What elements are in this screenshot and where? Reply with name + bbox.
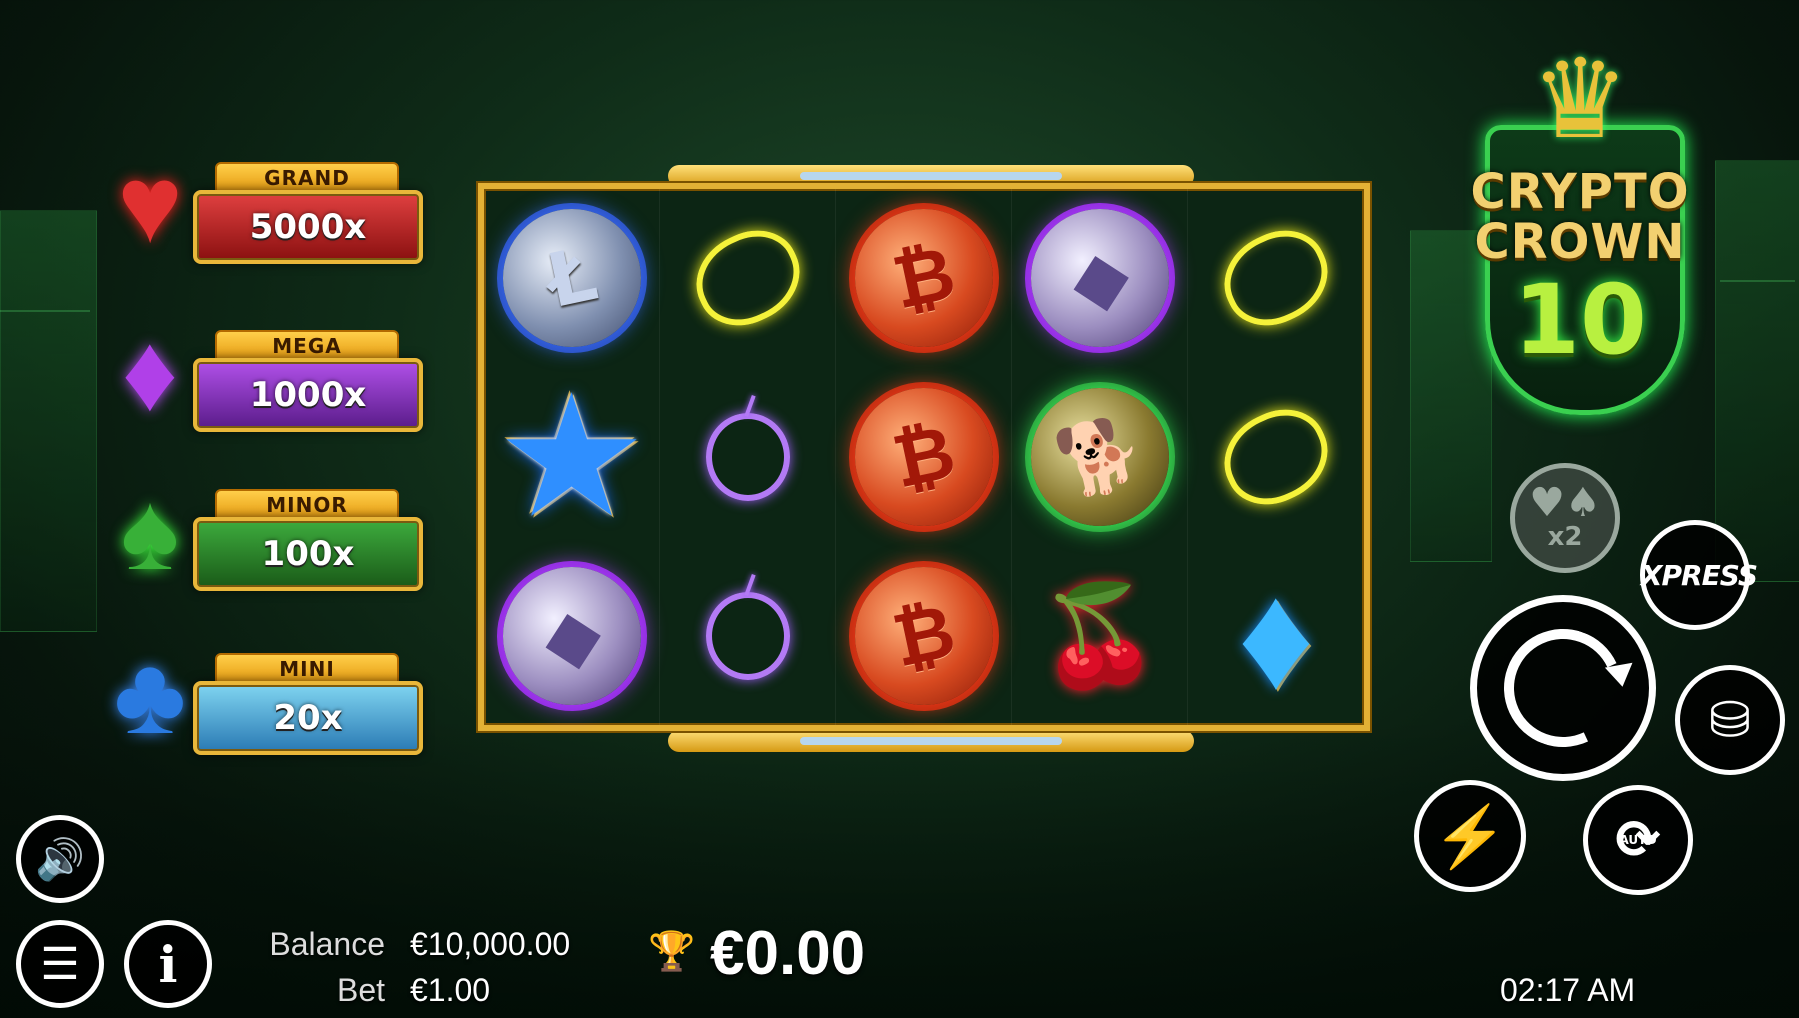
reel-3: ₿ ₿ ₿ — [836, 189, 1012, 725]
balance-value: €10,000.00 — [410, 926, 571, 962]
reel-2 — [660, 189, 836, 725]
reel-cell: ₿ — [836, 368, 1011, 547]
sound-button[interactable]: 🔊 — [16, 815, 104, 903]
cherry-icon: 🍒 — [1038, 578, 1161, 693]
plum-icon — [705, 591, 790, 680]
jackpot-minor: ♠ MINOR 100x — [95, 467, 425, 607]
bet-settings-button[interactable]: ⛁ — [1675, 665, 1785, 775]
reel-cell: ★ — [484, 368, 659, 547]
jackpot-minor-value: 100x — [193, 517, 423, 591]
bitcoin-coin-icon: ₿ — [841, 196, 1006, 361]
spade-icon: ♠ — [120, 470, 180, 593]
logo-number: 10 — [1513, 264, 1647, 376]
clock: 02:17 AM — [1500, 972, 1636, 1008]
reel-cell — [1188, 368, 1364, 547]
double-up-icon: ♥♠ — [1529, 480, 1601, 526]
reel-cell — [660, 189, 835, 368]
bg-screen-far-right — [1715, 160, 1799, 582]
jackpot-grand-value: 5000x — [193, 190, 423, 264]
reel-grid: Ł ★ ◆ ₿ ₿ ₿ ◆ 🐕 🍒 ♦ — [478, 183, 1370, 731]
jackpot-grand: ♥ GRAND 5000x — [95, 140, 425, 280]
bitcoin-coin-icon: ₿ — [841, 375, 1006, 539]
bg-screen-left — [0, 210, 97, 632]
balance-label: Balance — [269, 926, 385, 962]
ethereum-coin-icon: ◆ — [489, 553, 654, 718]
bet-label: Bet — [336, 972, 385, 1008]
win-value: €0.00 — [710, 919, 866, 988]
plum-icon — [705, 412, 790, 501]
reel-cell — [660, 368, 835, 547]
jackpot-mega: ♦ MEGA 1000x — [95, 308, 425, 448]
info-button[interactable]: i — [124, 920, 212, 1008]
reel-cell — [1188, 189, 1364, 368]
reel-cell: ₿ — [836, 546, 1011, 725]
double-up-button[interactable]: ♥♠ x2 — [1510, 463, 1620, 573]
double-up-label: x2 — [1547, 522, 1583, 552]
reel-cell: ◆ — [484, 546, 659, 725]
menu-icon: ☰ — [40, 939, 80, 989]
autoplay-label: AUTO — [1619, 833, 1657, 847]
dogecoin-coin-icon: 🐕 — [1017, 375, 1182, 539]
logo-title-line1: CRYPTO — [1470, 164, 1690, 220]
lemon-icon — [1209, 394, 1343, 520]
game-logo: ♛ CRYPTO CROWN 10 — [1455, 38, 1705, 415]
ethereum-coin-icon: ◆ — [1017, 196, 1182, 361]
reel-cell: Ł — [484, 189, 659, 368]
sound-icon: 🔊 — [35, 837, 85, 882]
star-icon: ★ — [495, 361, 648, 552]
crown-icon: ♛ — [1530, 38, 1630, 161]
litecoin-coin-icon: Ł — [489, 196, 654, 361]
reel-cell: ♦ — [1188, 546, 1364, 725]
xpress-label: XPRESS — [1640, 558, 1758, 592]
reel-cell: ◆ — [1012, 189, 1187, 368]
bitcoin-coin-icon: ₿ — [841, 553, 1006, 718]
jackpot-mini: ♣ MINI 20x — [95, 631, 425, 771]
turbo-button[interactable]: ⚡ — [1414, 780, 1526, 892]
reel-cell: ₿ — [836, 189, 1011, 368]
reel-1: Ł ★ ◆ — [484, 189, 660, 725]
diamond-suit-icon: ♦ — [121, 311, 179, 434]
logo-title-line2: CROWN — [1474, 214, 1686, 270]
club-icon: ♣ — [113, 634, 187, 757]
reel-cell — [660, 546, 835, 725]
heart-icon: ♥ — [117, 143, 183, 266]
autoplay-button[interactable]: ⟳ AUTO — [1583, 785, 1693, 895]
bet-value: €1.00 — [410, 972, 491, 1008]
reel-cell: 🍒 — [1012, 546, 1187, 725]
spin-icon — [1487, 612, 1639, 764]
spin-button[interactable] — [1470, 595, 1656, 781]
menu-button[interactable]: ☰ — [16, 920, 104, 1008]
jackpot-mini-value: 20x — [193, 681, 423, 755]
xpress-button[interactable]: XPRESS — [1640, 520, 1758, 630]
lightning-icon: ⚡ — [1432, 802, 1508, 870]
trophy-icon: 🏆 — [648, 931, 696, 973]
jackpot-mega-value: 1000x — [193, 358, 423, 432]
reel-cell: 🐕 — [1012, 368, 1187, 547]
reel-5: ♦ — [1188, 189, 1364, 725]
coins-stack-icon: ⛁ — [1709, 692, 1751, 748]
bg-chart-line — [1720, 280, 1795, 282]
bg-chart-line — [0, 310, 90, 312]
reel-4: ◆ 🐕 🍒 — [1012, 189, 1188, 725]
info-icon: i — [158, 934, 178, 994]
reel-frame-bottom — [668, 730, 1194, 752]
lemon-icon — [1209, 216, 1343, 341]
diamond-icon: ♦ — [1237, 551, 1315, 720]
lemon-icon — [680, 216, 815, 341]
